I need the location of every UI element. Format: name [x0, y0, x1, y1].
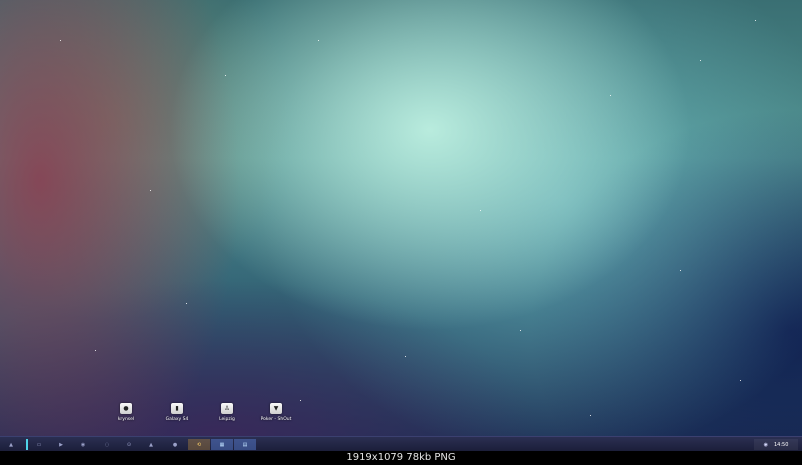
- desktop-icon-leipzig[interactable]: ♙ Leipzig: [205, 403, 249, 422]
- desktop-icon-poker-shout[interactable]: ▼ Poker - ShOut: [254, 403, 298, 422]
- taskbar-button-app4[interactable]: ◌: [96, 439, 118, 450]
- taskbar-button-app10[interactable]: ▤: [234, 439, 256, 450]
- phone-icon: ▮: [171, 403, 183, 414]
- taskbar-button-app3[interactable]: ◉: [72, 439, 94, 450]
- disc-icon: ◉: [80, 441, 86, 448]
- desktop-icon-krynsel[interactable]: ● krynsel: [104, 403, 148, 422]
- taskbar-button-explorer[interactable]: ▭: [28, 439, 50, 450]
- refresh-icon: ⟲: [196, 441, 202, 448]
- taskbar-button-app5[interactable]: ⊙: [118, 439, 140, 450]
- tray-icon[interactable]: ◉: [764, 442, 768, 448]
- user-icon: ●: [120, 403, 132, 414]
- desktop-icon-label: Leipzig: [219, 417, 235, 422]
- taskbar-button-app9[interactable]: ▦: [211, 439, 233, 450]
- chevron-up-icon: ▲: [9, 441, 13, 448]
- monitor-icon: ▦: [219, 441, 225, 448]
- taskbar-button-media[interactable]: ▶: [50, 439, 72, 450]
- start-button[interactable]: ▲: [2, 439, 20, 450]
- desktop-icon-galaxy-s4[interactable]: ▮ Galaxy S4: [155, 403, 199, 422]
- record-icon: ●: [172, 441, 178, 448]
- download-icon: ▼: [270, 403, 282, 414]
- clock[interactable]: 14:50: [774, 442, 788, 448]
- taskbar-button-app7[interactable]: ●: [164, 439, 186, 450]
- desktop-icon-label: krynsel: [117, 417, 135, 422]
- taskbar: ▲ ▭ ▶ ◉ ◌ ⊙ ▲ ● ⟲ ▦ ▤ ◉ 14:50: [0, 436, 802, 451]
- ring-icon: ◌: [104, 441, 110, 448]
- target-icon: ⊙: [126, 441, 132, 448]
- taskbar-button-app6[interactable]: ▲: [140, 439, 162, 450]
- image-icon: ▤: [242, 441, 248, 448]
- system-tray: ◉ 14:50: [754, 439, 798, 450]
- image-caption: 1919x1079 78kb PNG: [0, 451, 802, 465]
- taskbar-button-app8[interactable]: ⟲: [188, 439, 210, 450]
- desktop-wallpaper: ● krynsel ▮ Galaxy S4 ♙ Leipzig ▼ Poker …: [0, 0, 802, 451]
- desktop-icon-label: Poker - ShOut: [260, 417, 292, 422]
- desktop-icon-label: Galaxy S4: [165, 417, 189, 422]
- triangle-icon: ▲: [149, 441, 153, 448]
- window-icon: ▭: [36, 441, 42, 448]
- play-icon: ▶: [59, 441, 63, 448]
- folder-user-icon: ♙: [221, 403, 233, 414]
